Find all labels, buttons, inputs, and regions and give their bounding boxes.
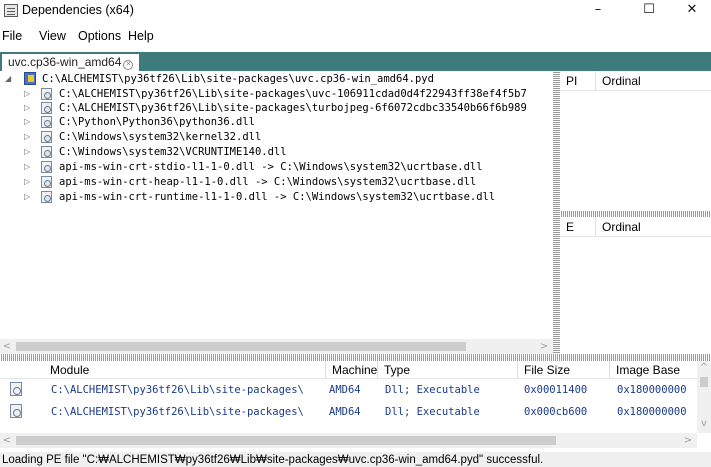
tree-node-label: C:\ALCHEMIST\py36tf26\Lib\site-packages\… bbox=[42, 73, 434, 85]
imports-list[interactable]: PI Ordinal bbox=[560, 71, 711, 211]
expand-arrow-icon[interactable]: ▷ bbox=[24, 116, 30, 128]
module-path: C:\ALCHEMIST\py36tf26\Lib\site-packages\ bbox=[51, 406, 304, 418]
column-header-ordinal[interactable]: Ordinal bbox=[596, 71, 711, 91]
tab-close-icon[interactable]: ✕ bbox=[123, 60, 134, 70]
collapse-arrow-icon[interactable]: ◢ bbox=[5, 73, 11, 85]
scroll-thumb[interactable] bbox=[700, 377, 708, 387]
scroll-down-icon[interactable]: v bbox=[697, 417, 711, 431]
column-header-e[interactable]: E bbox=[560, 217, 596, 237]
module-icon bbox=[41, 191, 52, 203]
menu-file[interactable]: File bbox=[2, 29, 22, 43]
column-header-type[interactable]: Type bbox=[378, 361, 518, 379]
module-file-size: 0x00011400 bbox=[524, 384, 588, 396]
column-header-file-size[interactable]: File Size bbox=[518, 361, 610, 379]
expand-arrow-icon[interactable]: ▷ bbox=[24, 88, 30, 100]
module-type: Dll; Executable bbox=[385, 384, 480, 396]
modules-vertical-scrollbar[interactable]: ^ v bbox=[697, 361, 711, 433]
expand-arrow-icon[interactable]: ▷ bbox=[24, 176, 30, 188]
tree-node[interactable]: ▷ api-ms-win-crt-runtime-l1-1-0.dll -> C… bbox=[0, 190, 553, 204]
root-module-icon bbox=[24, 72, 36, 85]
app-icon bbox=[4, 4, 18, 17]
tree-node[interactable]: ▷ C:\Windows\system32\VCRUNTIME140.dll bbox=[0, 145, 553, 159]
exports-list-header: E Ordinal bbox=[560, 217, 711, 237]
module-icon bbox=[41, 146, 52, 158]
menu-help[interactable]: Help bbox=[128, 29, 154, 43]
module-icon bbox=[10, 404, 22, 418]
exports-list[interactable]: E Ordinal bbox=[560, 217, 711, 354]
expand-arrow-icon[interactable]: ▷ bbox=[24, 191, 30, 203]
modules-list[interactable]: Module Machine Type File Size Image Base… bbox=[0, 361, 711, 448]
tree-node-label: C:\ALCHEMIST\py36tf26\Lib\site-packages\… bbox=[59, 102, 527, 114]
maximize-button[interactable]: ☐ bbox=[626, 0, 672, 22]
tab-uvc-cp36-win-amd64[interactable]: uvc.cp36-win_amd64 ✕ bbox=[2, 54, 140, 71]
column-header-ordinal[interactable]: Ordinal bbox=[596, 217, 711, 237]
module-machine: AMD64 bbox=[329, 384, 361, 396]
column-header-machine[interactable]: Machine bbox=[326, 361, 378, 379]
module-icon bbox=[41, 131, 52, 143]
module-icon bbox=[10, 382, 22, 396]
tree-node-label: api-ms-win-crt-stdio-l1-1-0.dll -> C:\Wi… bbox=[59, 161, 483, 173]
scroll-left-icon[interactable]: < bbox=[0, 339, 14, 354]
tree-node[interactable]: ▷ C:\Windows\system32\kernel32.dll bbox=[0, 130, 553, 144]
menu-options[interactable]: Options bbox=[78, 29, 121, 43]
scroll-thumb[interactable] bbox=[16, 342, 466, 351]
tree-node[interactable]: ▷ C:\ALCHEMIST\py36tf26\Lib\site-package… bbox=[0, 101, 553, 115]
column-header-pi[interactable]: PI bbox=[560, 71, 596, 91]
tree-node[interactable]: ▷ C:\ALCHEMIST\py36tf26\Lib\site-package… bbox=[0, 87, 553, 101]
module-icon bbox=[41, 116, 52, 128]
module-image-base: 0x180000000 bbox=[617, 384, 687, 396]
scroll-right-icon[interactable]: > bbox=[681, 433, 695, 448]
modules-list-header: Module Machine Type File Size Image Base bbox=[0, 361, 697, 379]
tree-node-label: C:\Windows\system32\kernel32.dll bbox=[59, 131, 262, 143]
modules-horizontal-scrollbar[interactable]: < > bbox=[0, 433, 697, 448]
tree-node-label: api-ms-win-crt-runtime-l1-1-0.dll -> C:\… bbox=[59, 191, 496, 203]
status-bar: Loading PE file "C:₩ALCHEMIST₩py36tf26₩L… bbox=[0, 452, 711, 467]
module-image-base: 0x180000000 bbox=[617, 406, 687, 418]
module-type: Dll; Executable bbox=[385, 406, 480, 418]
tree-root-node[interactable]: ◢ C:\ALCHEMIST\py36tf26\Lib\site-package… bbox=[0, 72, 553, 86]
tree-node[interactable]: ▷ api-ms-win-crt-stdio-l1-1-0.dll -> C:\… bbox=[0, 160, 553, 174]
scroll-up-icon[interactable]: ^ bbox=[697, 361, 711, 375]
tree-node[interactable]: ▷ api-ms-win-crt-heap-l1-1-0.dll -> C:\W… bbox=[0, 175, 553, 189]
vertical-splitter[interactable] bbox=[553, 71, 560, 354]
imports-list-header: PI Ordinal bbox=[560, 71, 711, 91]
minimize-button[interactable]: – bbox=[575, 0, 621, 22]
menu-bar: File View Options Help bbox=[0, 26, 711, 48]
module-path: C:\ALCHEMIST\py36tf26\Lib\site-packages\ bbox=[51, 384, 304, 396]
column-header-image-base[interactable]: Image Base bbox=[610, 361, 697, 379]
tree-horizontal-scrollbar[interactable]: < > bbox=[0, 339, 553, 354]
close-button[interactable]: ✕ bbox=[669, 0, 711, 22]
tree-node-label: C:\Windows\system32\VCRUNTIME140.dll bbox=[59, 146, 287, 158]
module-icon bbox=[41, 88, 52, 100]
status-text: Loading PE file "C:₩ALCHEMIST₩py36tf26₩L… bbox=[2, 454, 544, 466]
tree-node-label: C:\Python\Python36\python36.dll bbox=[59, 116, 255, 128]
module-machine: AMD64 bbox=[329, 406, 361, 418]
document-tab-strip: uvc.cp36-win_amd64 ✕ bbox=[0, 52, 711, 71]
expand-arrow-icon[interactable]: ▷ bbox=[24, 131, 30, 143]
expand-arrow-icon[interactable]: ▷ bbox=[24, 102, 30, 114]
module-row[interactable]: C:\ALCHEMIST\py36tf26\Lib\site-packages\… bbox=[0, 401, 697, 423]
module-row[interactable]: C:\ALCHEMIST\py36tf26\Lib\site-packages\… bbox=[0, 379, 697, 401]
column-header-module[interactable]: Module bbox=[44, 361, 326, 379]
scroll-thumb[interactable] bbox=[16, 436, 556, 445]
module-icon bbox=[41, 102, 52, 114]
tree-node-label: C:\ALCHEMIST\py36tf26\Lib\site-packages\… bbox=[59, 88, 527, 100]
scroll-left-icon[interactable]: < bbox=[0, 433, 14, 448]
tree-node-label: api-ms-win-crt-heap-l1-1-0.dll -> C:\Win… bbox=[59, 176, 477, 188]
module-icon bbox=[41, 176, 52, 188]
dependency-tree[interactable]: ◢ C:\ALCHEMIST\py36tf26\Lib\site-package… bbox=[0, 71, 553, 354]
module-file-size: 0x000cb600 bbox=[524, 406, 588, 418]
tab-label: uvc.cp36-win_amd64 bbox=[8, 55, 122, 69]
title-bar: Dependencies (x64) – ☐ ✕ bbox=[0, 0, 711, 22]
expand-arrow-icon[interactable]: ▷ bbox=[24, 161, 30, 173]
module-icon bbox=[41, 161, 52, 173]
window-title: Dependencies (x64) bbox=[22, 3, 134, 17]
tree-node[interactable]: ▷ C:\Python\Python36\python36.dll bbox=[0, 115, 553, 129]
scroll-right-icon[interactable]: > bbox=[537, 339, 551, 354]
expand-arrow-icon[interactable]: ▷ bbox=[24, 146, 30, 158]
menu-view[interactable]: View bbox=[39, 29, 66, 43]
horizontal-splitter[interactable] bbox=[0, 354, 711, 361]
